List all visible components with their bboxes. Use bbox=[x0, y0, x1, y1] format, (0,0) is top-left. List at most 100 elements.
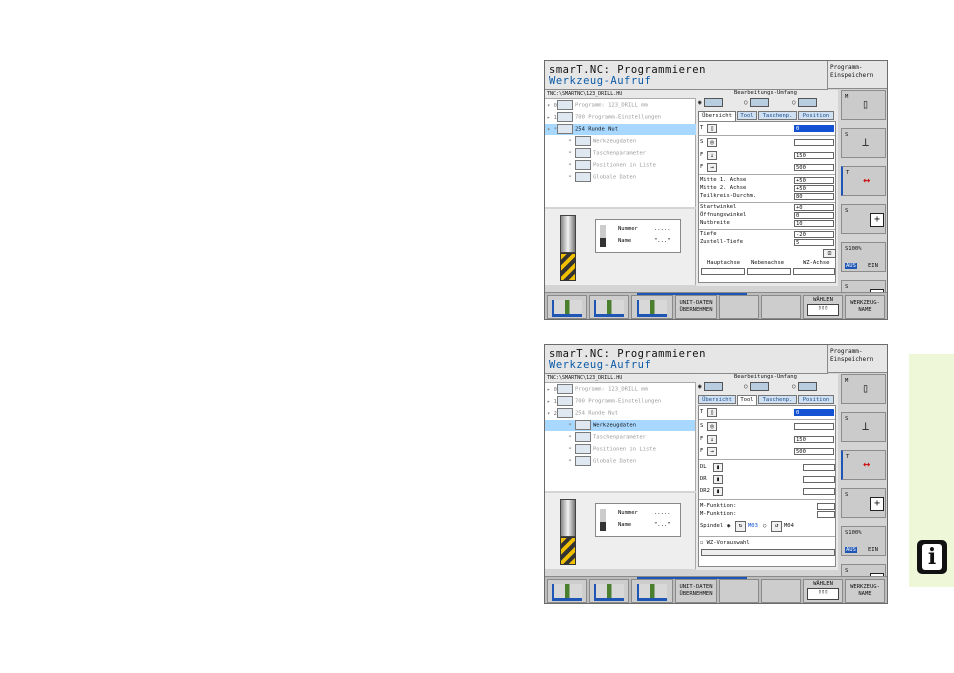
scope-option-3[interactable]: ○ bbox=[792, 98, 817, 107]
spindle-field[interactable] bbox=[794, 423, 834, 430]
tab-tool[interactable]: Tool bbox=[737, 395, 757, 405]
spindle-icon[interactable]: ◎ bbox=[707, 138, 717, 147]
tool-call-icon[interactable]: ▯ bbox=[707, 408, 717, 417]
dr-field[interactable] bbox=[803, 476, 835, 483]
view-icon bbox=[552, 584, 582, 601]
tab-pocket[interactable]: Taschenp. bbox=[758, 111, 797, 120]
m-function1-field[interactable] bbox=[817, 503, 835, 510]
softkey-tool-name[interactable]: WERKZEUG- NAME bbox=[845, 295, 885, 319]
tree-node[interactable]: ▸ 0 Programm: 123_DRILL mm bbox=[547, 384, 648, 395]
feed-plunge-icon[interactable]: ↓ bbox=[707, 151, 717, 160]
tab-position[interactable]: Position bbox=[798, 111, 834, 120]
m03-radio[interactable]: ◉ bbox=[727, 523, 730, 530]
tab-overview[interactable]: Übersicht bbox=[698, 111, 736, 121]
mode-label: Programm- Einspeichern bbox=[828, 345, 887, 373]
softkey-view-3[interactable] bbox=[631, 295, 673, 319]
feed-mill-icon[interactable]: → bbox=[707, 163, 717, 172]
scope-option-3[interactable]: ○ bbox=[792, 382, 817, 391]
tree-node-selected[interactable]: ▾ * 254 Runde Nut bbox=[545, 124, 697, 135]
vkey-spindle[interactable]: S ⊥ bbox=[841, 128, 886, 158]
tab-position[interactable]: Position bbox=[798, 395, 834, 404]
spindle-field[interactable] bbox=[794, 139, 834, 146]
feed-plunge-field[interactable]: 150 bbox=[794, 152, 834, 159]
scope-option-1[interactable]: ◉ bbox=[698, 382, 723, 391]
axis-tool-field[interactable] bbox=[793, 268, 835, 275]
tree-node[interactable]: ▾ 2 254 Runde Nut bbox=[547, 408, 618, 419]
tree-node[interactable]: * Werkzeugdaten bbox=[565, 136, 636, 147]
dr2-field[interactable] bbox=[803, 488, 835, 495]
softkey-view-1[interactable] bbox=[547, 295, 587, 319]
vkey-spindle-plus[interactable]: S + bbox=[841, 204, 886, 234]
tool-field[interactable]: 0 bbox=[794, 409, 834, 416]
vkey-m-function[interactable]: M ▯ bbox=[841, 90, 886, 120]
softkey-select[interactable]: WÄHLEN ▯▯▯ bbox=[803, 579, 843, 603]
tree-node[interactable]: * Globale Daten bbox=[565, 456, 636, 467]
tab-pocket[interactable]: Taschenp. bbox=[758, 395, 797, 404]
feed-plunge-icon[interactable]: ↓ bbox=[707, 435, 717, 444]
nummer-value: ..... bbox=[654, 510, 671, 516]
m04-radio[interactable]: ○ bbox=[763, 523, 766, 530]
softkey-tool-name[interactable]: WERKZEUG- NAME bbox=[845, 579, 885, 603]
pocket-icon bbox=[575, 432, 591, 442]
tree-node[interactable]: * Positionen in Liste bbox=[565, 444, 656, 455]
softkey-unit-data[interactable]: UNIT-DATEN ÜBERNEHMEN bbox=[675, 295, 717, 319]
preselect-checkbox[interactable]: ☐ WZ-Vorauswahl bbox=[700, 540, 750, 547]
tree-node[interactable]: * Positionen in Liste bbox=[565, 160, 656, 171]
dl-field[interactable] bbox=[803, 464, 835, 471]
vkey-tool[interactable]: T ↔ bbox=[841, 166, 886, 196]
scope-option-2[interactable]: ○ bbox=[744, 98, 769, 107]
feed-mill-icon[interactable]: → bbox=[707, 447, 717, 456]
tab-overview[interactable]: Übersicht bbox=[698, 395, 736, 404]
tool-call-icon[interactable]: ▯ bbox=[707, 124, 717, 133]
center1-field[interactable]: +50 bbox=[794, 177, 834, 184]
start-angle-field[interactable]: +0 bbox=[794, 204, 834, 211]
vkey-m-function[interactable]: M ▯ bbox=[841, 374, 886, 404]
vkey-spindle-override[interactable]: S100% AUS EIN bbox=[841, 242, 886, 272]
tab-tool[interactable]: Tool bbox=[737, 111, 757, 120]
tool-icon bbox=[575, 136, 591, 146]
m-function2-field[interactable] bbox=[817, 511, 835, 518]
softkey-empty[interactable] bbox=[719, 295, 759, 319]
name-value: "..." bbox=[654, 522, 671, 528]
expand-icon[interactable]: ⊡ bbox=[823, 249, 836, 258]
scope-option-1[interactable]: ◉ bbox=[698, 98, 723, 107]
softkey-unit-data[interactable]: UNIT-DATEN ÜBERNEHMEN bbox=[675, 579, 717, 603]
softkey-select[interactable]: WÄHLEN ▯▯▯ bbox=[803, 295, 843, 319]
softkey-view-3[interactable] bbox=[631, 579, 673, 603]
slot-width-field[interactable]: 10 bbox=[794, 220, 834, 227]
scope-option-2[interactable]: ○ bbox=[744, 382, 769, 391]
feed-plunge-field[interactable]: 150 bbox=[794, 436, 834, 443]
info-icon[interactable]: i bbox=[917, 540, 947, 574]
tree-node[interactable]: * Taschenparameter bbox=[565, 148, 646, 159]
feed-mill-field[interactable]: 500 bbox=[794, 448, 834, 455]
plunge-depth-field[interactable]: 5 bbox=[794, 239, 834, 246]
spindle-icon[interactable]: ◎ bbox=[707, 422, 717, 431]
softkey-empty[interactable] bbox=[719, 579, 759, 603]
view-icon bbox=[637, 584, 667, 601]
vkey-spindle-plus[interactable]: S + bbox=[841, 488, 886, 518]
feed-mill-field[interactable]: 500 bbox=[794, 164, 834, 171]
tree-node[interactable]: ▾ 0 Programm: 123_DRILL mm bbox=[547, 100, 648, 111]
tree-node[interactable]: * Taschenparameter bbox=[565, 432, 646, 443]
softkey-view-1[interactable] bbox=[547, 579, 587, 603]
tree-node-selected[interactable]: * Werkzeugdaten bbox=[545, 420, 695, 431]
softkey-empty-2[interactable] bbox=[761, 295, 801, 319]
center2-field[interactable]: +50 bbox=[794, 185, 834, 192]
softkey-empty-2[interactable] bbox=[761, 579, 801, 603]
pitch-diameter-field[interactable]: 80 bbox=[794, 193, 834, 200]
preselect-field[interactable] bbox=[701, 549, 835, 556]
center1-label: Mitte 1. Achse bbox=[700, 177, 747, 183]
softkey-view-2[interactable] bbox=[589, 295, 629, 319]
vkey-spindle[interactable]: S ⊥ bbox=[841, 412, 886, 442]
vkey-spindle-override[interactable]: S100% AUS EIN bbox=[841, 526, 886, 556]
tool-field[interactable]: 0 bbox=[794, 125, 834, 132]
tree-node[interactable]: * Globale Daten bbox=[565, 172, 636, 183]
axis-minor-field[interactable] bbox=[747, 268, 791, 275]
tree-node[interactable]: ▸ 1 700 Programm-Einstellungen bbox=[547, 112, 661, 123]
softkey-view-2[interactable] bbox=[589, 579, 629, 603]
axis-main-field[interactable] bbox=[701, 268, 745, 275]
tree-node[interactable]: ▸ 1 700 Programm-Einstellungen bbox=[547, 396, 661, 407]
opening-angle-field[interactable]: 0 bbox=[794, 212, 834, 219]
vkey-tool[interactable]: T ↔ bbox=[841, 450, 886, 480]
depth-field[interactable]: -20 bbox=[794, 231, 834, 238]
